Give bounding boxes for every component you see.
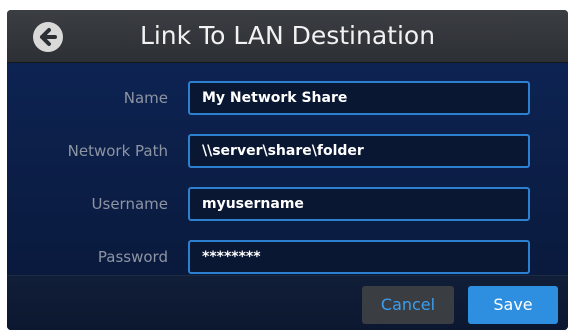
username-field[interactable]: myusername	[188, 187, 530, 221]
network-path-row: Network Path \\server\share\folder	[7, 134, 568, 168]
dialog: Link To LAN Destination Name My Network …	[7, 10, 568, 330]
network-path-field[interactable]: \\server\share\folder	[188, 134, 530, 168]
username-row: Username myusername	[7, 187, 568, 221]
name-field[interactable]: My Network Share	[188, 81, 530, 115]
cancel-button[interactable]: Cancel	[362, 286, 454, 324]
name-row: Name My Network Share	[7, 81, 568, 115]
back-button[interactable]	[33, 22, 63, 52]
footer-bar: Cancel Save	[7, 275, 568, 330]
arrow-left-circle-icon	[40, 28, 57, 46]
save-button[interactable]: Save	[468, 286, 558, 324]
password-field[interactable]: ********	[188, 240, 530, 274]
password-row: Password ********	[7, 240, 568, 274]
header-bar: Link To LAN Destination	[7, 10, 568, 63]
network-path-label: Network Path	[67, 142, 168, 160]
username-label: Username	[91, 195, 168, 213]
page-title: Link To LAN Destination	[139, 21, 436, 50]
name-label: Name	[123, 89, 168, 107]
lan-form: Name My Network Share Network Path \\ser…	[7, 63, 568, 275]
password-label: Password	[97, 248, 168, 266]
